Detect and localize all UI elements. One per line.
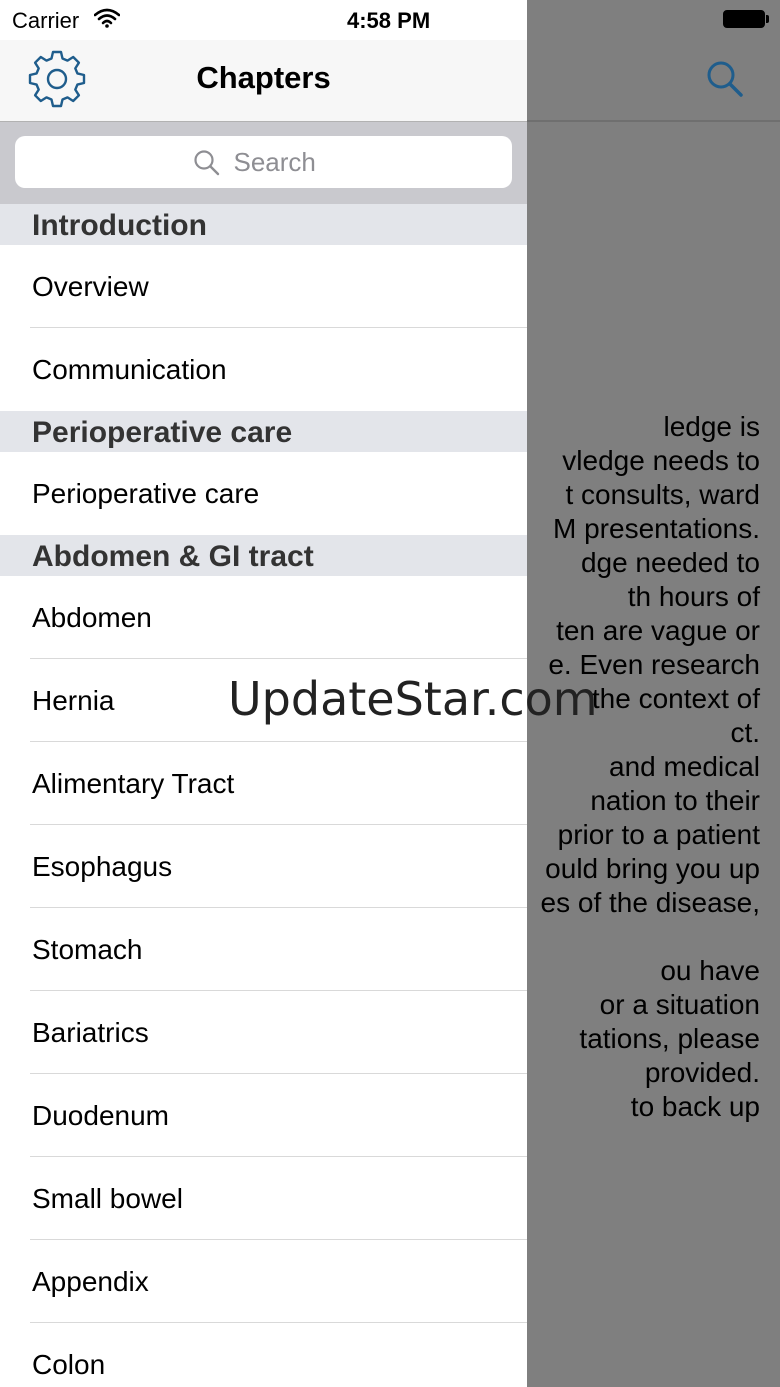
list-item-label: Abdomen [32,602,152,633]
list-item-label: Esophagus [32,851,173,882]
carrier-label: Carrier [12,8,80,33]
list-item[interactable]: Communication [0,328,527,411]
search-bar [0,122,527,204]
search-icon[interactable] [704,58,744,98]
list-item-label: Alimentary Tract [32,768,235,799]
list-item[interactable]: Perioperative care [0,452,527,535]
list-item[interactable]: Overview [0,245,527,328]
battery-tip [766,15,769,23]
page-title: Chapters [196,60,331,95]
battery-icon [723,10,765,28]
section-header: Abdomen & GI tract [0,535,527,576]
status-bar: Carrier 4:58 PM [0,0,780,40]
search-input[interactable] [231,145,336,179]
list-item-label: Colon [32,1349,106,1380]
wifi-icon [94,8,120,28]
list-item-label: Communication [32,354,227,385]
list-item[interactable]: Bariatrics [0,991,527,1074]
list-item-label: Small bowel [32,1183,183,1214]
search-icon [193,150,219,176]
list-item-label: Perioperative care [32,478,260,509]
list-item[interactable]: Appendix [0,1240,527,1323]
list-item-label: Appendix [32,1266,149,1297]
watermark: UpdateStar.com [228,672,598,726]
chapter-list: Introduction Overview Communication Periope… [0,204,527,1387]
list-item-label: Stomach [32,934,143,965]
list-item[interactable]: Stomach [0,908,527,991]
section-header: Perioperative care [0,411,527,452]
search-field[interactable] [15,136,512,188]
list-item[interactable]: Small bowel [0,1157,527,1240]
list-item-label: Bariatrics [32,1017,149,1048]
list-item[interactable]: Alimentary Tract [0,742,527,825]
status-time: 4:58 PM [347,8,431,33]
list-item[interactable]: Esophagus [0,825,527,908]
list-item-label: Hernia [32,685,115,716]
list-item-label: Duodenum [32,1100,169,1131]
list-item[interactable]: Duodenum [0,1074,527,1157]
section-header: Introduction [0,204,527,245]
list-item-label: Overview [32,271,149,302]
list-item[interactable]: Colon [0,1323,527,1387]
list-item[interactable]: Abdomen [0,576,527,659]
navigation-bar: Chapters [0,40,527,122]
